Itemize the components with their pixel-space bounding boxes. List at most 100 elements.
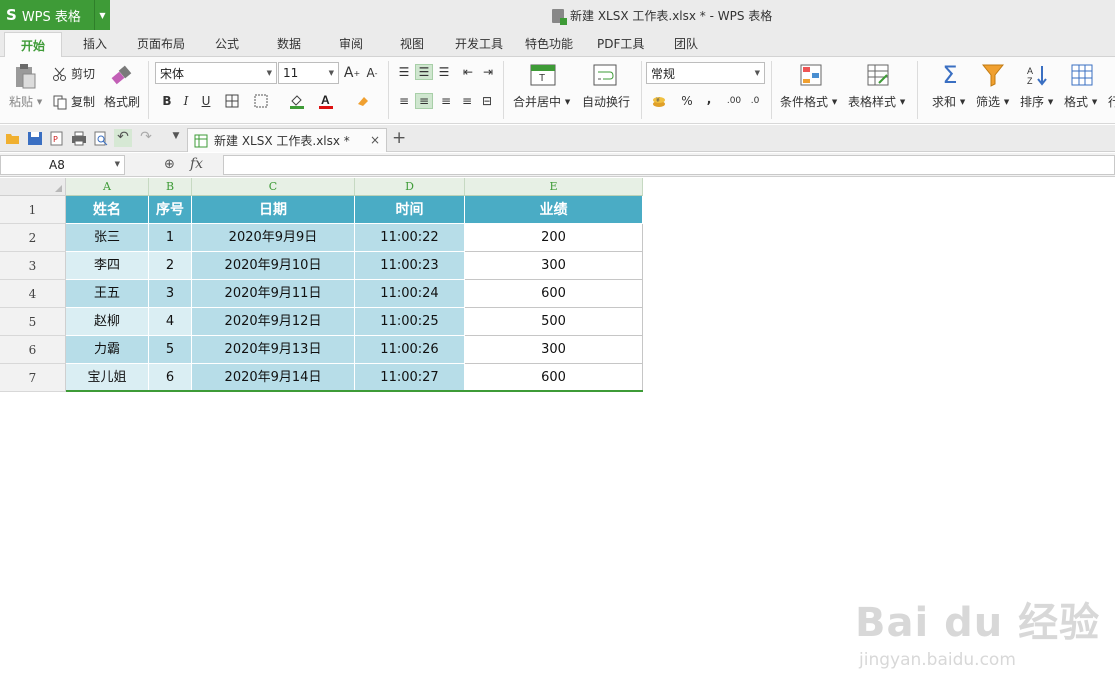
format-icon[interactable] [1069, 62, 1095, 88]
row-header-5[interactable]: 5 [0, 308, 66, 336]
table-cell[interactable]: 2020年9月14日 [192, 364, 355, 392]
tab-special-features[interactable]: 特色功能 [525, 35, 573, 52]
tab-review[interactable]: 审阅 [339, 35, 363, 52]
table-header-cell[interactable]: 日期 [192, 196, 355, 224]
underline-button[interactable]: U [197, 93, 215, 109]
increase-font-size-icon[interactable]: A + [343, 65, 361, 81]
column-header-b[interactable]: B [149, 178, 192, 196]
decrease-indent-icon[interactable]: ⇤ [459, 64, 477, 80]
table-cell[interactable]: 11:00:27 [355, 364, 465, 392]
document-tab[interactable]: 新建 XLSX 工作表.xlsx * × [187, 128, 387, 152]
align-left-icon[interactable]: ≡ [395, 93, 413, 109]
distributed-align-icon[interactable]: ⊟ [478, 93, 496, 109]
table-header-cell[interactable]: 时间 [355, 196, 465, 224]
currency-format-icon[interactable]: ¥ [650, 93, 668, 109]
wrap-text-button[interactable]: 自动换行 [582, 93, 630, 110]
sum-icon[interactable]: Σ [937, 61, 963, 89]
number-format-select[interactable]: 常规 ▼ [646, 62, 765, 84]
table-cell[interactable]: 4 [149, 308, 192, 336]
cut-button[interactable]: 剪切 [52, 65, 95, 82]
table-cell[interactable]: 300 [465, 252, 643, 280]
zoom-search-icon[interactable]: ⊕ [164, 157, 175, 172]
cell-style-icon[interactable] [252, 93, 270, 109]
sort-icon[interactable]: AZ [1024, 62, 1050, 88]
table-cell[interactable]: 11:00:22 [355, 224, 465, 252]
tab-home[interactable]: 开始 [4, 32, 63, 58]
fill-color-icon[interactable] [288, 93, 306, 109]
table-cell[interactable]: 6 [149, 364, 192, 392]
rows-columns-button[interactable]: 行 [1108, 93, 1115, 110]
row-header-4[interactable]: 4 [0, 280, 66, 308]
undo-icon[interactable]: ↶ [114, 129, 132, 147]
paste-button[interactable]: 粘贴 ▼ [9, 93, 42, 110]
copy-button[interactable]: 复制 [52, 93, 95, 110]
clear-format-icon[interactable] [354, 93, 372, 109]
new-tab-icon[interactable]: + [392, 128, 406, 148]
table-cell[interactable]: 2020年9月11日 [192, 280, 355, 308]
sort-button[interactable]: 排序 ▼ [1020, 93, 1053, 110]
table-header-cell[interactable]: 姓名 [66, 196, 149, 224]
merge-center-button[interactable]: 合并居中 ▼ [513, 93, 570, 110]
select-all-corner[interactable] [0, 178, 66, 196]
open-folder-icon[interactable] [5, 131, 21, 146]
table-cell[interactable]: 赵柳 [66, 308, 149, 336]
format-button[interactable]: 格式 ▼ [1064, 93, 1097, 110]
format-painter-button[interactable]: 格式刷 [104, 93, 140, 110]
comma-button[interactable]: , [700, 91, 718, 107]
table-header-cell[interactable]: 序号 [149, 196, 192, 224]
align-middle-icon[interactable]: ☰ [415, 64, 433, 80]
row-header-2[interactable]: 2 [0, 224, 66, 252]
increase-decimal-button[interactable]: .00 [725, 93, 743, 109]
borders-icon[interactable] [223, 93, 241, 109]
filter-button[interactable]: 筛选 ▼ [976, 93, 1009, 110]
table-cell[interactable]: 2020年9月10日 [192, 252, 355, 280]
align-right-icon[interactable]: ≡ [437, 93, 455, 109]
row-header-7[interactable]: 7 [0, 364, 66, 392]
column-header-e[interactable]: E [465, 178, 643, 196]
table-cell[interactable]: 力霸 [66, 336, 149, 364]
tab-page-layout[interactable]: 页面布局 [137, 35, 185, 52]
decrease-font-size-icon[interactable]: A- [363, 65, 381, 81]
filter-icon[interactable] [980, 62, 1006, 88]
align-bottom-icon[interactable]: ☰ [435, 64, 453, 80]
table-cell[interactable]: 300 [465, 336, 643, 364]
print-icon[interactable] [71, 131, 87, 146]
increase-indent-icon[interactable]: ⇥ [479, 64, 497, 80]
paste-icon[interactable] [12, 63, 38, 89]
percent-button[interactable]: % [678, 93, 696, 109]
tab-data[interactable]: 数据 [277, 35, 301, 52]
table-cell[interactable]: 张三 [66, 224, 149, 252]
table-cell[interactable]: 600 [465, 364, 643, 392]
tab-pdf-tools[interactable]: PDF工具 [597, 35, 644, 52]
table-cell[interactable]: 11:00:23 [355, 252, 465, 280]
align-top-icon[interactable]: ☰ [395, 64, 413, 80]
row-header-1[interactable]: 1 [0, 196, 66, 224]
app-menu-button[interactable]: S WPS 表格 ▼ [0, 0, 110, 30]
column-header-a[interactable]: A [66, 178, 149, 196]
table-cell[interactable]: 王五 [66, 280, 149, 308]
column-header-c[interactable]: C [192, 178, 355, 196]
tab-insert[interactable]: 插入 [83, 35, 107, 52]
tab-view[interactable]: 视图 [400, 35, 424, 52]
table-cell[interactable]: 5 [149, 336, 192, 364]
table-cell[interactable]: 11:00:25 [355, 308, 465, 336]
formula-input[interactable] [223, 155, 1115, 175]
insert-function-icon[interactable]: fx [190, 156, 203, 172]
table-style-button[interactable]: 表格样式 ▼ [848, 93, 905, 110]
table-cell[interactable]: 2 [149, 252, 192, 280]
customize-toolbar-dropdown-icon[interactable]: ▼ [168, 131, 184, 146]
app-menu-dropdown-icon[interactable]: ▼ [94, 0, 110, 30]
table-cell[interactable]: 200 [465, 224, 643, 252]
font-size-select[interactable]: 11 ▼ [278, 62, 339, 84]
tab-formulas[interactable]: 公式 [215, 35, 239, 52]
sum-button[interactable]: 求和 ▼ [932, 93, 965, 110]
redo-icon[interactable]: ↷ [138, 129, 154, 145]
table-style-icon[interactable] [865, 62, 891, 88]
export-pdf-icon[interactable]: P [49, 131, 65, 146]
table-cell[interactable]: 11:00:26 [355, 336, 465, 364]
justify-icon[interactable]: ≡ [458, 93, 476, 109]
table-cell[interactable]: 宝儿姐 [66, 364, 149, 392]
bold-button[interactable]: B [158, 93, 176, 109]
table-header-cell[interactable]: 业绩 [465, 196, 643, 224]
table-cell[interactable]: 2020年9月12日 [192, 308, 355, 336]
